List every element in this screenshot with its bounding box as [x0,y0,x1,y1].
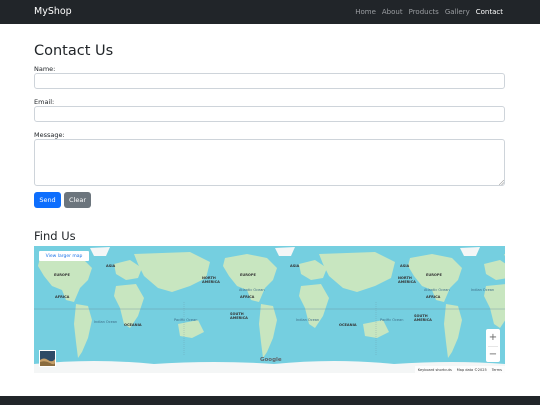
map-label-africa-2: AFRICA [240,295,255,299]
map-attribution: Keyboard shortcuts Map data ©2025 Terms [414,366,505,373]
nav-link-gallery[interactable]: Gallery [445,8,470,16]
map-label-oceania-2: OCEANIA [339,323,357,327]
email-label: Email: [34,98,55,106]
google-logo: Google [260,357,282,363]
map-label-indian: Indian Ocean [94,320,118,324]
map-label-atlantic: Atlantic Ocean [239,288,265,292]
map-embed[interactable]: ASIA EUROPE AFRICA NORTH AMERICA SOUTH A… [34,246,505,373]
page-title: Contact Us [34,43,114,59]
map-label-atlantic-2: Atlantic Ocean [424,288,450,292]
nav-link-products[interactable]: Products [409,8,439,16]
clear-button[interactable]: Clear [64,192,91,208]
nav-link-about[interactable]: About [382,8,403,16]
map-label-south-america: SOUTH AMERICA [230,312,248,320]
map-label-africa-3: AFRICA [426,295,441,299]
find-us-heading: Find Us [34,229,76,243]
brand-link[interactable]: MyShop [34,6,72,17]
map-label-europe-3: EUROPE [426,273,442,277]
zoom-control: + − [486,329,500,362]
view-larger-map-link[interactable]: View larger map [39,251,89,261]
name-label: Name: [34,65,56,73]
keyboard-shortcuts-link[interactable]: Keyboard shortcuts [418,368,452,372]
message-textarea[interactable] [34,139,505,186]
satellite-toggle-icon[interactable] [39,350,56,367]
map-label-south-america-2: SOUTH AMERICA [414,314,432,322]
zoom-in-button[interactable]: + [486,329,500,345]
message-label: Message: [34,131,65,139]
map-label-pacific-2: Pacific Ocean [380,318,404,322]
map-label-europe: EUROPE [54,273,70,277]
nav-link-home[interactable]: Home [355,8,376,16]
map-label-asia-2: ASIA [290,264,300,268]
nav-link-contact[interactable]: Contact [476,8,503,16]
map-data-text: Map data ©2025 [456,367,487,372]
map-label-north-america: NORTH AMERICA [202,276,220,284]
navbar: MyShop Home About Products Gallery Conta… [0,0,540,24]
terms-link[interactable]: Terms [492,368,502,372]
map-label-europe-2: EUROPE [240,273,256,277]
zoom-out-button[interactable]: − [486,346,500,362]
map-label-pacific: Pacific Ocean [174,318,198,322]
send-button[interactable]: Send [34,192,61,208]
map-label-asia-3: ASIA [400,264,410,268]
footer [0,396,540,405]
world-map [34,246,505,373]
email-input[interactable] [34,106,505,122]
map-label-oceania: OCEANIA [124,323,142,327]
nav-links: Home About Products Gallery Contact [355,8,503,16]
map-label-north-america-2: NORTH AMERICA [398,276,416,284]
map-label-asia: ASIA [106,264,116,268]
map-label-africa: AFRICA [55,295,70,299]
map-label-indian-3: Indian Ocean [471,288,495,292]
resize-handle-icon[interactable] [499,180,504,185]
name-input[interactable] [34,73,505,89]
map-label-indian-2: Indian Ocean [296,318,320,322]
